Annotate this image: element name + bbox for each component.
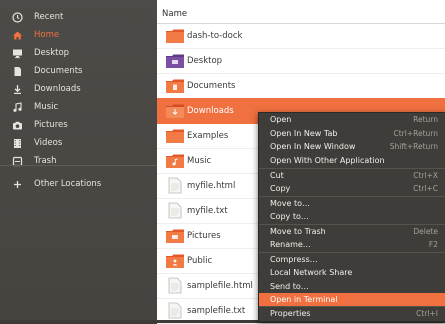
- public-folder-icon: [165, 252, 185, 270]
- sidebar-item-documents[interactable]: Documents: [0, 62, 157, 80]
- sidebar-item-trash[interactable]: Trash: [0, 152, 157, 170]
- file-name: Documents: [187, 80, 236, 91]
- file-name: dash-to-dock: [187, 30, 243, 41]
- sidebar-item-videos[interactable]: Videos: [0, 134, 157, 152]
- file-name: Examples: [187, 130, 229, 141]
- menu-item-copy[interactable]: Copy Ctrl+C: [259, 182, 445, 195]
- sidebar-item-recent[interactable]: Recent: [0, 8, 157, 26]
- context-menu: Open Return Open In New Tab Ctrl+Return …: [258, 112, 445, 322]
- menu-item-open-new-window[interactable]: Open In New Window Shift+Return: [259, 140, 445, 153]
- menu-item-move-to-trash[interactable]: Move to Trash Delete: [259, 225, 445, 238]
- file-name: Music: [187, 155, 212, 166]
- menu-item-open-in-terminal[interactable]: Open in Terminal: [259, 293, 445, 306]
- file-name: samplefile.html: [187, 280, 253, 291]
- sidebar-item-desktop[interactable]: Desktop: [0, 44, 157, 62]
- sidebar-item-label: Downloads: [34, 84, 81, 94]
- menu-item-properties[interactable]: Properties Ctrl+I: [259, 307, 445, 320]
- sidebar-item-home[interactable]: Home: [0, 26, 157, 44]
- examples-folder-icon: [165, 127, 185, 145]
- file-name: Pictures: [187, 230, 221, 241]
- file-name: Downloads: [187, 105, 234, 116]
- desktop-folder-icon: [165, 52, 185, 70]
- text-file-icon: [165, 302, 185, 320]
- documents-folder-icon: [165, 77, 185, 95]
- menu-item-copy-to[interactable]: Copy to…: [259, 210, 445, 223]
- desktop-icon: [11, 47, 23, 59]
- menu-item-rename[interactable]: Rename… F2: [259, 238, 445, 251]
- sidebar-item-downloads[interactable]: Downloads: [0, 80, 157, 98]
- text-file-icon: [165, 277, 185, 295]
- sidebar-item-music[interactable]: Music: [0, 98, 157, 116]
- pictures-folder-icon: [165, 227, 185, 245]
- file-name: samplefile.txt: [187, 305, 246, 316]
- sidebar-item-pictures[interactable]: Pictures: [0, 116, 157, 134]
- file-row[interactable]: Documents: [157, 73, 445, 99]
- sidebar-item-label: Documents: [34, 66, 83, 76]
- camera-icon: [11, 119, 23, 131]
- file-name: myfile.txt: [187, 205, 228, 216]
- sidebar-divider: [0, 165, 157, 166]
- video-icon: [11, 137, 23, 149]
- plus-icon: [11, 178, 23, 190]
- file-row[interactable]: dash-to-dock: [157, 23, 445, 49]
- sidebar-item-label: Home: [34, 30, 60, 40]
- menu-item-compress[interactable]: Compress…: [259, 253, 445, 266]
- file-name: Desktop: [187, 55, 223, 66]
- music-folder-icon: [165, 152, 185, 170]
- menu-item-cut[interactable]: Cut Ctrl+X: [259, 169, 445, 182]
- menu-item-move-to[interactable]: Move to…: [259, 197, 445, 210]
- file-row[interactable]: Desktop: [157, 48, 445, 74]
- sidebar-item-label: Pictures: [34, 120, 68, 130]
- home-icon: [11, 29, 23, 41]
- sidebar-item-label: Music: [34, 102, 59, 112]
- sidebar-item-label: Desktop: [34, 48, 70, 58]
- column-header-name[interactable]: Name: [157, 5, 445, 24]
- text-file-icon: [165, 177, 185, 195]
- downloads-folder-icon: [165, 102, 185, 120]
- sidebar-item-label: Videos: [34, 138, 63, 148]
- document-icon: [11, 65, 23, 77]
- sidebar: Recent Home Desktop Documents Downloads …: [0, 0, 157, 320]
- menu-item-open-new-tab[interactable]: Open In New Tab Ctrl+Return: [259, 127, 445, 140]
- file-name: Public: [187, 255, 213, 266]
- menu-item-open[interactable]: Open Return: [259, 113, 445, 126]
- sidebar-item-label: Other Locations: [34, 179, 102, 189]
- sidebar-item-label: Recent: [34, 12, 64, 22]
- sidebar-item-other-locations[interactable]: Other Locations: [0, 175, 157, 193]
- file-name: myfile.html: [187, 180, 236, 191]
- download-icon: [11, 83, 23, 95]
- text-file-icon: [165, 202, 185, 220]
- menu-item-send-to[interactable]: Send to…: [259, 280, 445, 293]
- menu-item-open-with[interactable]: Open With Other Application: [259, 154, 445, 167]
- music-icon: [11, 101, 23, 113]
- menu-item-local-network-share[interactable]: Local Network Share: [259, 266, 445, 279]
- clock-icon: [11, 11, 23, 23]
- folder-icon: [165, 27, 185, 45]
